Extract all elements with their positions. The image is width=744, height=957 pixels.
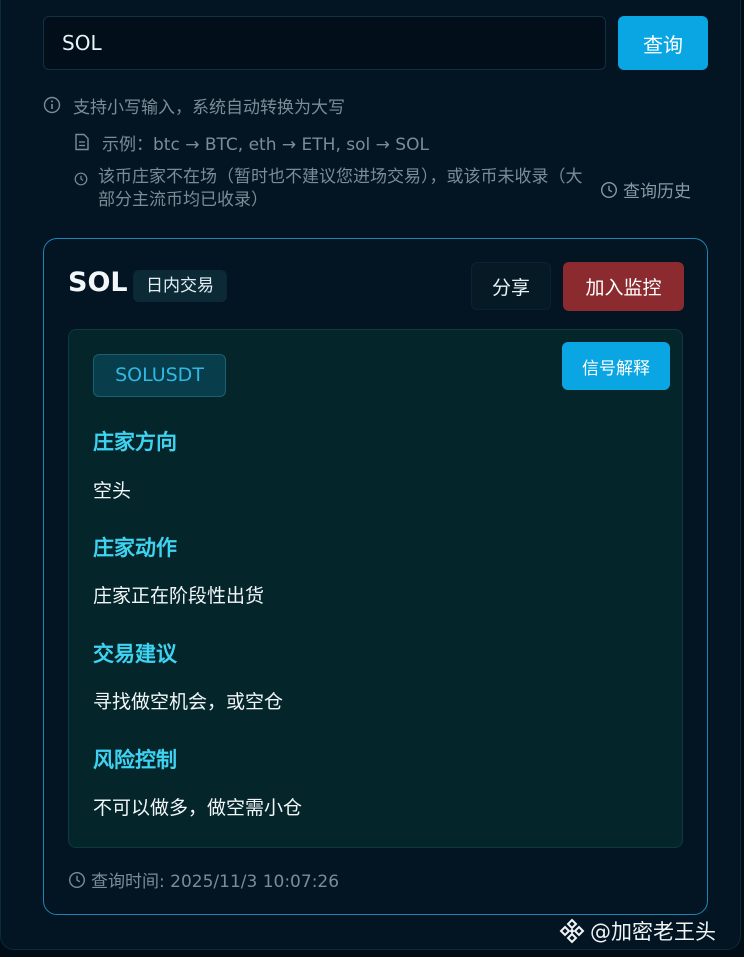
section-value: 空头: [93, 480, 132, 502]
section-title: 交易建议: [93, 642, 177, 666]
hint-info: 支持小写输入，系统自动转换为大写: [43, 93, 345, 118]
hint-notice: 该币庄家不在场（暂时也不建议您进场交易），或该币未收录（大部分主流币均已收录）: [74, 166, 594, 212]
symbol-tag: SOLUSDT: [93, 354, 226, 397]
clock-icon: [600, 181, 618, 198]
section-value: 庄家正在阶段性出货: [93, 585, 265, 607]
section-title: 庄家方向: [93, 430, 177, 454]
hint-example-text: 示例：btc → BTC, eth → ETH, sol → SOL: [102, 134, 429, 155]
add-monitor-button[interactable]: 加入监控: [563, 262, 684, 311]
watermark-text: @加密老王头: [590, 920, 716, 944]
section-value: 寻找做空机会，或空仓: [93, 691, 284, 713]
search-row: 查询: [43, 16, 708, 70]
hint-info-text: 支持小写输入，系统自动转换为大写: [73, 97, 345, 118]
query-time: 查询时间: 2025/11/3 10:07:26: [68, 867, 339, 892]
clock-icon: [68, 871, 86, 888]
share-button[interactable]: 分享: [471, 262, 551, 310]
clock-icon: [74, 172, 88, 186]
coin-title: SOL: [68, 267, 128, 298]
search-input[interactable]: [43, 16, 606, 70]
query-history-label: 查询历史: [623, 182, 691, 202]
section-value: 不可以做多，做空需小仓: [93, 797, 303, 819]
info-icon: [43, 96, 61, 114]
binance-logo-icon: [559, 918, 585, 944]
section-title: 庄家动作: [93, 536, 177, 560]
watermark: @加密老王头: [558, 916, 716, 946]
trade-type-tag: 日内交易: [133, 270, 227, 302]
document-icon: [75, 133, 89, 151]
result-card: SOL 日内交易 分享 加入监控 SOLUSDT 信号解释 庄家方向 空头 庄家…: [43, 238, 708, 915]
query-history-link[interactable]: 查询历史: [600, 177, 691, 202]
signal-explain-button[interactable]: 信号解释: [562, 342, 670, 390]
section-title: 风险控制: [93, 748, 177, 772]
hint-notice-text: 该币庄家不在场（暂时也不建议您进场交易），或该币未收录（大部分主流币均已收录）: [98, 167, 583, 210]
hint-example: 示例：btc → BTC, eth → ETH, sol → SOL: [74, 130, 429, 155]
query-time-text: 查询时间: 2025/11/3 10:07:26: [91, 872, 340, 892]
query-button[interactable]: 查询: [618, 16, 708, 70]
signal-panel: SOLUSDT 信号解释 庄家方向 空头 庄家动作 庄家正在阶段性出货 交易建议…: [68, 329, 683, 848]
